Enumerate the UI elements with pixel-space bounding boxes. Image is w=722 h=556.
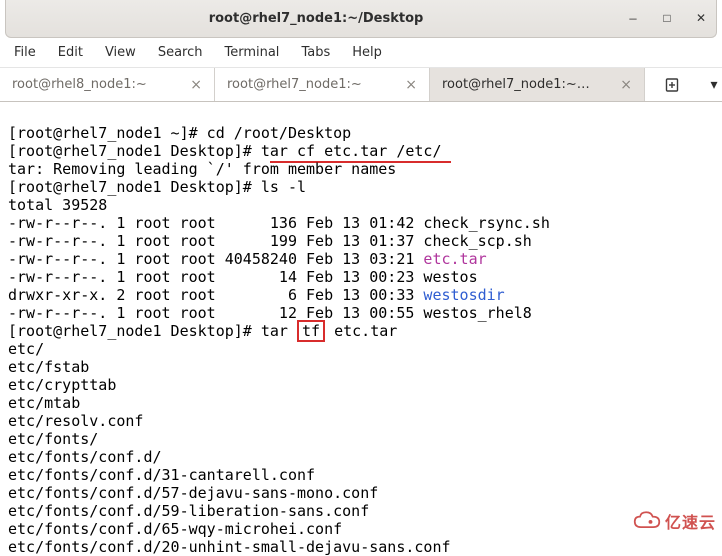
terminal-output[interactable]: [root@rhel7_node1 ~]# cd /root/Desktop [… [0,102,722,556]
cloud-icon [633,510,661,532]
maximize-button[interactable]: □ [660,12,674,26]
new-tab-icon[interactable] [663,77,681,93]
close-button[interactable]: ✕ [694,12,708,26]
term-line: etc.tar [325,322,397,340]
tab-bar: root@rhel8_node1:~ × root@rhel7_node1:~ … [0,68,722,102]
tab-3-label: root@rhel7_node1:~… [442,77,612,92]
tab-2[interactable]: root@rhel7_node1:~ × [215,68,430,101]
term-line: etc/fonts/conf.d/31-cantarell.conf [8,466,315,484]
term-line: drwxr-xr-x. 2 root root 6 Feb 13 00:33 [8,286,423,304]
window-title: root@rhel7_node1:~/Desktop [209,11,424,26]
tab-3[interactable]: root@rhel7_node1:~… × [430,68,645,101]
tab-3-close-icon[interactable]: × [620,77,632,93]
minimize-button[interactable]: — [626,12,640,26]
tab-2-label: root@rhel7_node1:~ [227,77,397,92]
term-line: [root@rhel7_node1 ~]# cd /root/Desktop [8,124,351,142]
term-line: etc/mtab [8,394,80,412]
term-line: etc/fonts/conf.d/ [8,448,162,466]
menu-help[interactable]: Help [352,45,382,60]
term-line: -rw-r--r--. 1 root root 14 Feb 13 00:23 … [8,268,478,286]
tab-2-close-icon[interactable]: × [405,77,417,93]
term-line: etc/fonts/ [8,430,98,448]
menu-file[interactable]: File [14,45,36,60]
menu-tabs[interactable]: Tabs [301,45,330,60]
term-line: -rw-r--r--. 1 root root 12 Feb 13 00:55 … [8,304,532,322]
term-line: etc/fonts/conf.d/65-wqy-microhei.conf [8,520,342,538]
tab-1[interactable]: root@rhel8_node1:~ × [0,68,215,101]
term-line: [root@rhel7_node1 Desktop]# ls -l [8,178,306,196]
menu-view[interactable]: View [105,45,136,60]
dir-westosdir: westosdir [423,286,504,304]
menu-terminal[interactable]: Terminal [224,45,279,60]
term-line: etc/crypttab [8,376,116,394]
file-etc-tar: etc.tar [423,250,486,268]
highlight-red-box: tf [297,320,325,342]
term-line: etc/fonts/conf.d/59-liberation-sans.conf [8,502,369,520]
menu-search[interactable]: Search [158,45,203,60]
term-line: etc/fstab [8,358,89,376]
menubar: File Edit View Search Terminal Tabs Help [0,38,722,68]
titlebar: root@rhel7_node1:~/Desktop — □ ✕ [5,0,717,38]
term-line: etc/fonts/conf.d/20-unhint-small-dejavu-… [8,538,451,556]
term-line: etc/resolv.conf [8,412,143,430]
term-line: total 39528 [8,196,107,214]
term-line: [root@rhel7_node1 Desktop]# tar [8,322,297,340]
tabs-menu-icon[interactable]: ▾ [705,77,722,93]
watermark-text: 亿速云 [665,509,716,533]
term-line: [root@rhel7_node1 Desktop]# t [8,142,270,160]
term-line: etc/fonts/conf.d/57-dejavu-sans-mono.con… [8,484,378,502]
term-line: -rw-r--r--. 1 root root 136 Feb 13 01:42… [8,214,550,232]
menu-edit[interactable]: Edit [58,45,83,60]
term-line: tar: Removing leading `/' from member na… [8,160,396,178]
term-line: -rw-r--r--. 1 root root 40458240 Feb 13 … [8,250,423,268]
tab-1-close-icon[interactable]: × [190,77,202,93]
tab-1-label: root@rhel8_node1:~ [12,77,182,92]
watermark: 亿速云 [633,509,716,533]
term-line: -rw-r--r--. 1 root root 199 Feb 13 01:37… [8,232,532,250]
term-line: etc/ [8,340,44,358]
